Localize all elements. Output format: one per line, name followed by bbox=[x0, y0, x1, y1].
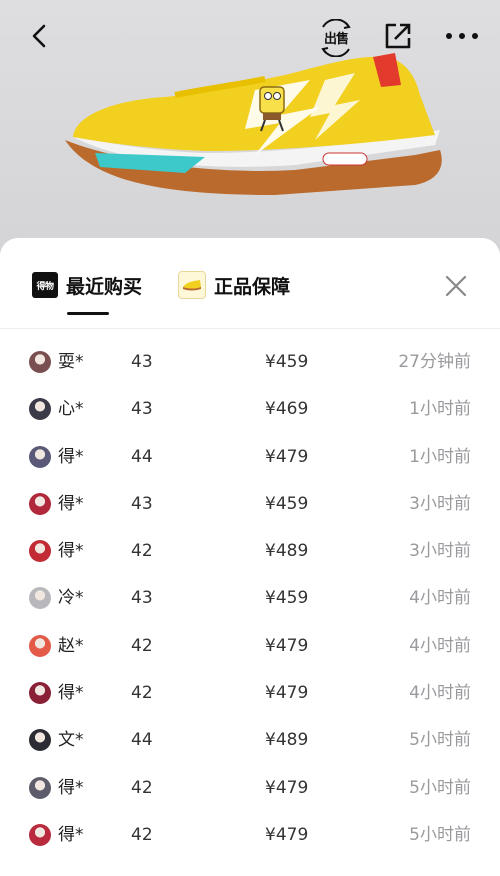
purchase-time: 27分钟前 bbox=[398, 352, 471, 372]
purchase-record-row: 文* 44 ¥489 5小时前 bbox=[0, 716, 500, 763]
purchase-record-row: 赵* 42 ¥479 4小时前 bbox=[0, 622, 500, 669]
tab-authenticity-label: 正品保障 bbox=[214, 275, 291, 298]
purchase-size: 42 bbox=[131, 777, 153, 798]
purchase-price: ¥469 bbox=[265, 399, 309, 420]
close-button[interactable] bbox=[440, 270, 472, 302]
dewu-logo-icon: 得物 bbox=[32, 272, 58, 298]
product-image-area: 出售 bbox=[0, 0, 500, 262]
share-button[interactable] bbox=[380, 18, 416, 54]
purchase-record-row: 得* 42 ¥479 4小时前 bbox=[0, 669, 500, 716]
buyer-name: 得* bbox=[58, 683, 84, 704]
share-icon bbox=[385, 23, 411, 49]
purchase-size: 42 bbox=[131, 635, 153, 656]
more-horizontal-icon bbox=[446, 33, 478, 39]
tab-recent-purchases-label: 最近购买 bbox=[66, 275, 143, 298]
buyer-name: 赵* bbox=[58, 635, 84, 656]
shoe-thumbnail-icon bbox=[178, 271, 206, 299]
purchase-time: 3小时前 bbox=[409, 493, 471, 514]
purchase-time: 4小时前 bbox=[409, 588, 471, 609]
purchase-record-row: 心* 43 ¥469 1小时前 bbox=[0, 385, 500, 432]
purchase-price: ¥479 bbox=[265, 635, 309, 656]
buyer-name: 得* bbox=[58, 824, 84, 845]
buyer-name: 文* bbox=[58, 730, 84, 751]
buyer-avatar bbox=[29, 351, 51, 373]
purchase-record-row: 得* 42 ¥479 5小时前 bbox=[0, 764, 500, 811]
purchase-price: ¥479 bbox=[265, 824, 309, 845]
purchase-time: 3小时前 bbox=[409, 541, 471, 562]
purchase-record-row: 得* 42 ¥489 3小时前 bbox=[0, 527, 500, 574]
buyer-avatar bbox=[29, 398, 51, 421]
purchase-price: ¥479 bbox=[265, 777, 309, 798]
sell-button[interactable]: 出售 bbox=[316, 18, 356, 58]
purchase-time: 4小时前 bbox=[409, 635, 471, 656]
active-tab-indicator bbox=[67, 312, 109, 315]
purchase-size: 42 bbox=[131, 683, 153, 704]
purchase-time: 5小时前 bbox=[409, 777, 471, 798]
buyer-avatar bbox=[29, 682, 51, 705]
purchase-size: 43 bbox=[131, 493, 153, 514]
buyer-avatar bbox=[29, 587, 51, 610]
purchase-record-row: 得* 43 ¥459 3小时前 bbox=[0, 480, 500, 527]
sheet-tab-bar: 得物 最近购买 正品保障 bbox=[0, 238, 500, 329]
purchase-size: 43 bbox=[131, 588, 153, 609]
purchase-record-row: 冷* 43 ¥459 4小时前 bbox=[0, 574, 500, 621]
buyer-avatar bbox=[29, 540, 51, 563]
buyer-avatar bbox=[29, 729, 51, 752]
top-navigation-bar: 出售 bbox=[0, 0, 500, 72]
buyer-avatar bbox=[29, 776, 51, 799]
buyer-avatar bbox=[29, 445, 51, 468]
purchase-price: ¥459 bbox=[265, 352, 309, 372]
purchase-record-row: 得* 42 ¥479 5小时前 bbox=[0, 811, 500, 858]
purchase-time: 1小时前 bbox=[409, 399, 471, 420]
buyer-name: 得* bbox=[58, 541, 84, 562]
purchase-time: 5小时前 bbox=[409, 730, 471, 751]
buyer-name: 得* bbox=[58, 777, 84, 798]
purchase-record-row: 得* 44 ¥479 1小时前 bbox=[0, 433, 500, 480]
purchase-size: 42 bbox=[131, 541, 153, 562]
purchase-time: 1小时前 bbox=[409, 446, 471, 467]
purchase-price: ¥489 bbox=[265, 730, 309, 751]
buyer-avatar bbox=[29, 492, 51, 515]
buyer-name: 心* bbox=[58, 399, 84, 420]
sell-label: 出售 bbox=[323, 32, 349, 47]
purchase-price: ¥489 bbox=[265, 541, 309, 562]
buyer-name: 得* bbox=[58, 493, 84, 514]
buyer-name: 冷* bbox=[58, 588, 84, 609]
purchase-size: 42 bbox=[131, 824, 153, 845]
buyer-name: 得* bbox=[58, 446, 84, 467]
chevron-left-icon bbox=[32, 24, 46, 48]
recent-purchases-sheet: 得物 最近购买 正品保障 耍* 43 ¥459 27分钟前 心* 43 ¥469 1小时前 得*… bbox=[0, 238, 500, 876]
more-button[interactable] bbox=[440, 18, 484, 54]
buyer-avatar bbox=[29, 634, 51, 657]
back-button[interactable] bbox=[22, 18, 58, 54]
buyer-avatar bbox=[29, 823, 51, 846]
purchase-price: ¥459 bbox=[265, 493, 309, 514]
tab-recent-purchases[interactable]: 得物 最近购买 bbox=[32, 270, 142, 300]
purchase-record-row: 耍* 43 ¥459 27分钟前 bbox=[0, 338, 500, 385]
purchase-time: 4小时前 bbox=[409, 683, 471, 704]
purchase-record-list: 耍* 43 ¥459 27分钟前 心* 43 ¥469 1小时前 得* 44 ¥479 1小时前 得* 4… bbox=[0, 338, 500, 858]
purchase-price: ¥479 bbox=[265, 683, 309, 704]
purchase-size: 43 bbox=[131, 399, 153, 420]
purchase-size: 43 bbox=[131, 352, 153, 372]
buyer-name: 耍* bbox=[58, 352, 84, 372]
purchase-price: ¥479 bbox=[265, 446, 309, 467]
purchase-size: 44 bbox=[131, 446, 153, 467]
purchase-time: 5小时前 bbox=[409, 824, 471, 845]
purchase-size: 44 bbox=[131, 730, 153, 751]
close-icon bbox=[445, 275, 467, 297]
purchase-price: ¥459 bbox=[265, 588, 309, 609]
tab-authenticity-guarantee[interactable]: 正品保障 bbox=[178, 270, 290, 300]
